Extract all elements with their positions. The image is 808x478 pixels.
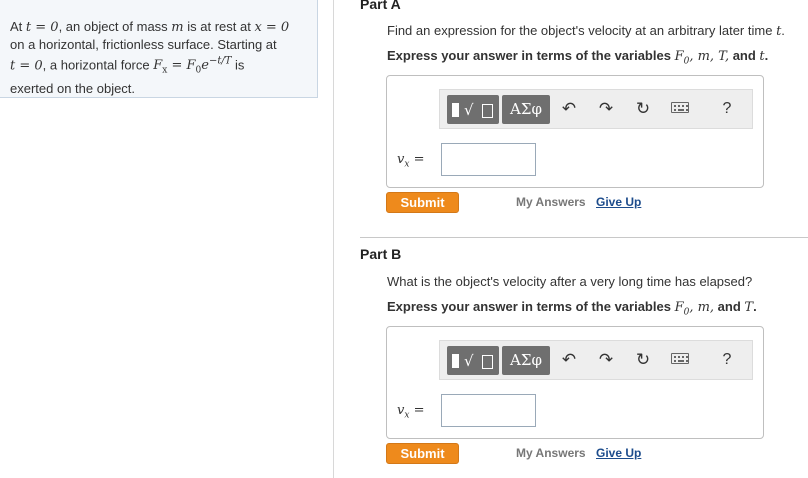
- math-exponent: −t/T: [208, 56, 232, 67]
- part-b-answer-box: √ ΑΣφ ↶ ↷ ↻ ? vx =: [386, 326, 764, 439]
- greek-symbols-button[interactable]: ΑΣφ: [502, 95, 550, 124]
- template-block: [452, 103, 459, 117]
- math-t-equals-0: t = 0: [25, 20, 59, 35]
- fraction-sqrt-template-icon[interactable]: √: [447, 95, 499, 124]
- template-box: [482, 104, 493, 118]
- reset-icon[interactable]: ↻: [632, 348, 654, 372]
- var-equals: =: [409, 152, 425, 167]
- submit-button-part-a[interactable]: Submit: [386, 192, 459, 213]
- math-force-symbol: F: [153, 58, 163, 74]
- give-up-link-part-a[interactable]: Give Up: [596, 195, 641, 209]
- problem-line-2: on a horizontal, frictionless surface. S…: [10, 37, 277, 52]
- keyboard-icon[interactable]: [671, 353, 689, 364]
- problem-line-3: t = 0, a horizontal force Fx = F0e−t/T i…: [10, 53, 307, 80]
- redo-icon[interactable]: ↷: [595, 348, 617, 372]
- fraction-sqrt-template-icon[interactable]: √: [447, 346, 499, 375]
- part-a-instruction: Express your answer in terms of the vari…: [387, 48, 768, 67]
- part-a-question: Find an expression for the object's velo…: [387, 23, 785, 39]
- problem-line-1: At t = 0, an object of mass m is at rest…: [10, 18, 307, 36]
- math-var: F: [674, 300, 684, 315]
- math-exponential: e: [201, 58, 209, 74]
- instruction-text: .: [764, 48, 769, 63]
- instruction-text: Express your answer in terms of the vari…: [387, 299, 675, 314]
- column-divider: [333, 0, 334, 478]
- part-b-title: Part B: [360, 246, 402, 262]
- greek-symbols-button[interactable]: ΑΣφ: [502, 346, 550, 375]
- answer-input-part-b[interactable]: [441, 394, 536, 427]
- keyboard-icon[interactable]: [671, 102, 689, 113]
- math-mass: m: [171, 20, 184, 35]
- my-answers-link-part-b[interactable]: My Answers: [516, 446, 586, 460]
- help-icon[interactable]: ?: [716, 97, 738, 121]
- math-var: F: [674, 49, 684, 64]
- instruction-text: Express your answer in terms of the vari…: [387, 48, 675, 63]
- question-text: Find an expression for the object's velo…: [387, 23, 777, 38]
- sqrt-glyph: √: [464, 352, 474, 370]
- math-var: , m,: [689, 300, 715, 315]
- my-answers-link-part-a[interactable]: My Answers: [516, 195, 586, 209]
- part-b-instruction: Express your answer in terms of the vari…: [387, 299, 757, 318]
- give-up-link-part-b[interactable]: Give Up: [596, 446, 641, 460]
- instruction-text: and: [729, 48, 760, 63]
- part-a-answer-box: √ ΑΣφ ↶ ↷ ↻ ? vx =: [386, 75, 764, 188]
- redo-icon[interactable]: ↷: [595, 97, 617, 121]
- math-t-equals-0: t = 0: [10, 58, 43, 74]
- problem-text: , a horizontal force: [42, 57, 154, 73]
- question-text: .: [781, 23, 785, 38]
- instruction-text: and: [714, 299, 745, 314]
- template-box: [482, 355, 493, 369]
- math-x-equals-0: x = 0: [254, 20, 290, 35]
- math-var: , m, T,: [689, 49, 730, 64]
- part-b-question: What is the object's velocity after a ve…: [387, 274, 753, 289]
- undo-icon[interactable]: ↶: [558, 348, 580, 372]
- math-var: T: [744, 300, 754, 315]
- math-force-expression: Fx = F0e−t/T: [153, 56, 232, 76]
- reset-icon[interactable]: ↻: [632, 97, 654, 121]
- var-equals: =: [409, 403, 425, 418]
- var-label: vx =: [397, 152, 424, 170]
- math-force-rhs: = F: [167, 58, 196, 74]
- var-label: vx =: [397, 403, 424, 421]
- submit-button-part-b[interactable]: Submit: [386, 443, 459, 464]
- problem-text: , an object of mass: [58, 19, 172, 34]
- undo-icon[interactable]: ↶: [558, 97, 580, 121]
- template-block: [452, 354, 459, 368]
- problem-text: At: [10, 19, 26, 34]
- problem-text: is: [231, 57, 245, 73]
- instruction-text: .: [753, 299, 757, 314]
- help-icon[interactable]: ?: [716, 348, 738, 372]
- problem-line-4: exerted on the object.: [10, 80, 136, 96]
- part-a-title: Part A: [360, 0, 401, 12]
- math-toolbar: √ ΑΣφ ↶ ↷ ↻ ?: [439, 89, 753, 129]
- problem-statement: At t = 0, an object of mass m is at rest…: [0, 0, 318, 98]
- part-divider: [360, 237, 808, 238]
- math-toolbar: √ ΑΣφ ↶ ↷ ↻ ?: [439, 340, 753, 380]
- problem-text: is at rest at: [183, 19, 255, 34]
- sqrt-glyph: √: [464, 101, 474, 119]
- answer-input-part-a[interactable]: [441, 143, 536, 176]
